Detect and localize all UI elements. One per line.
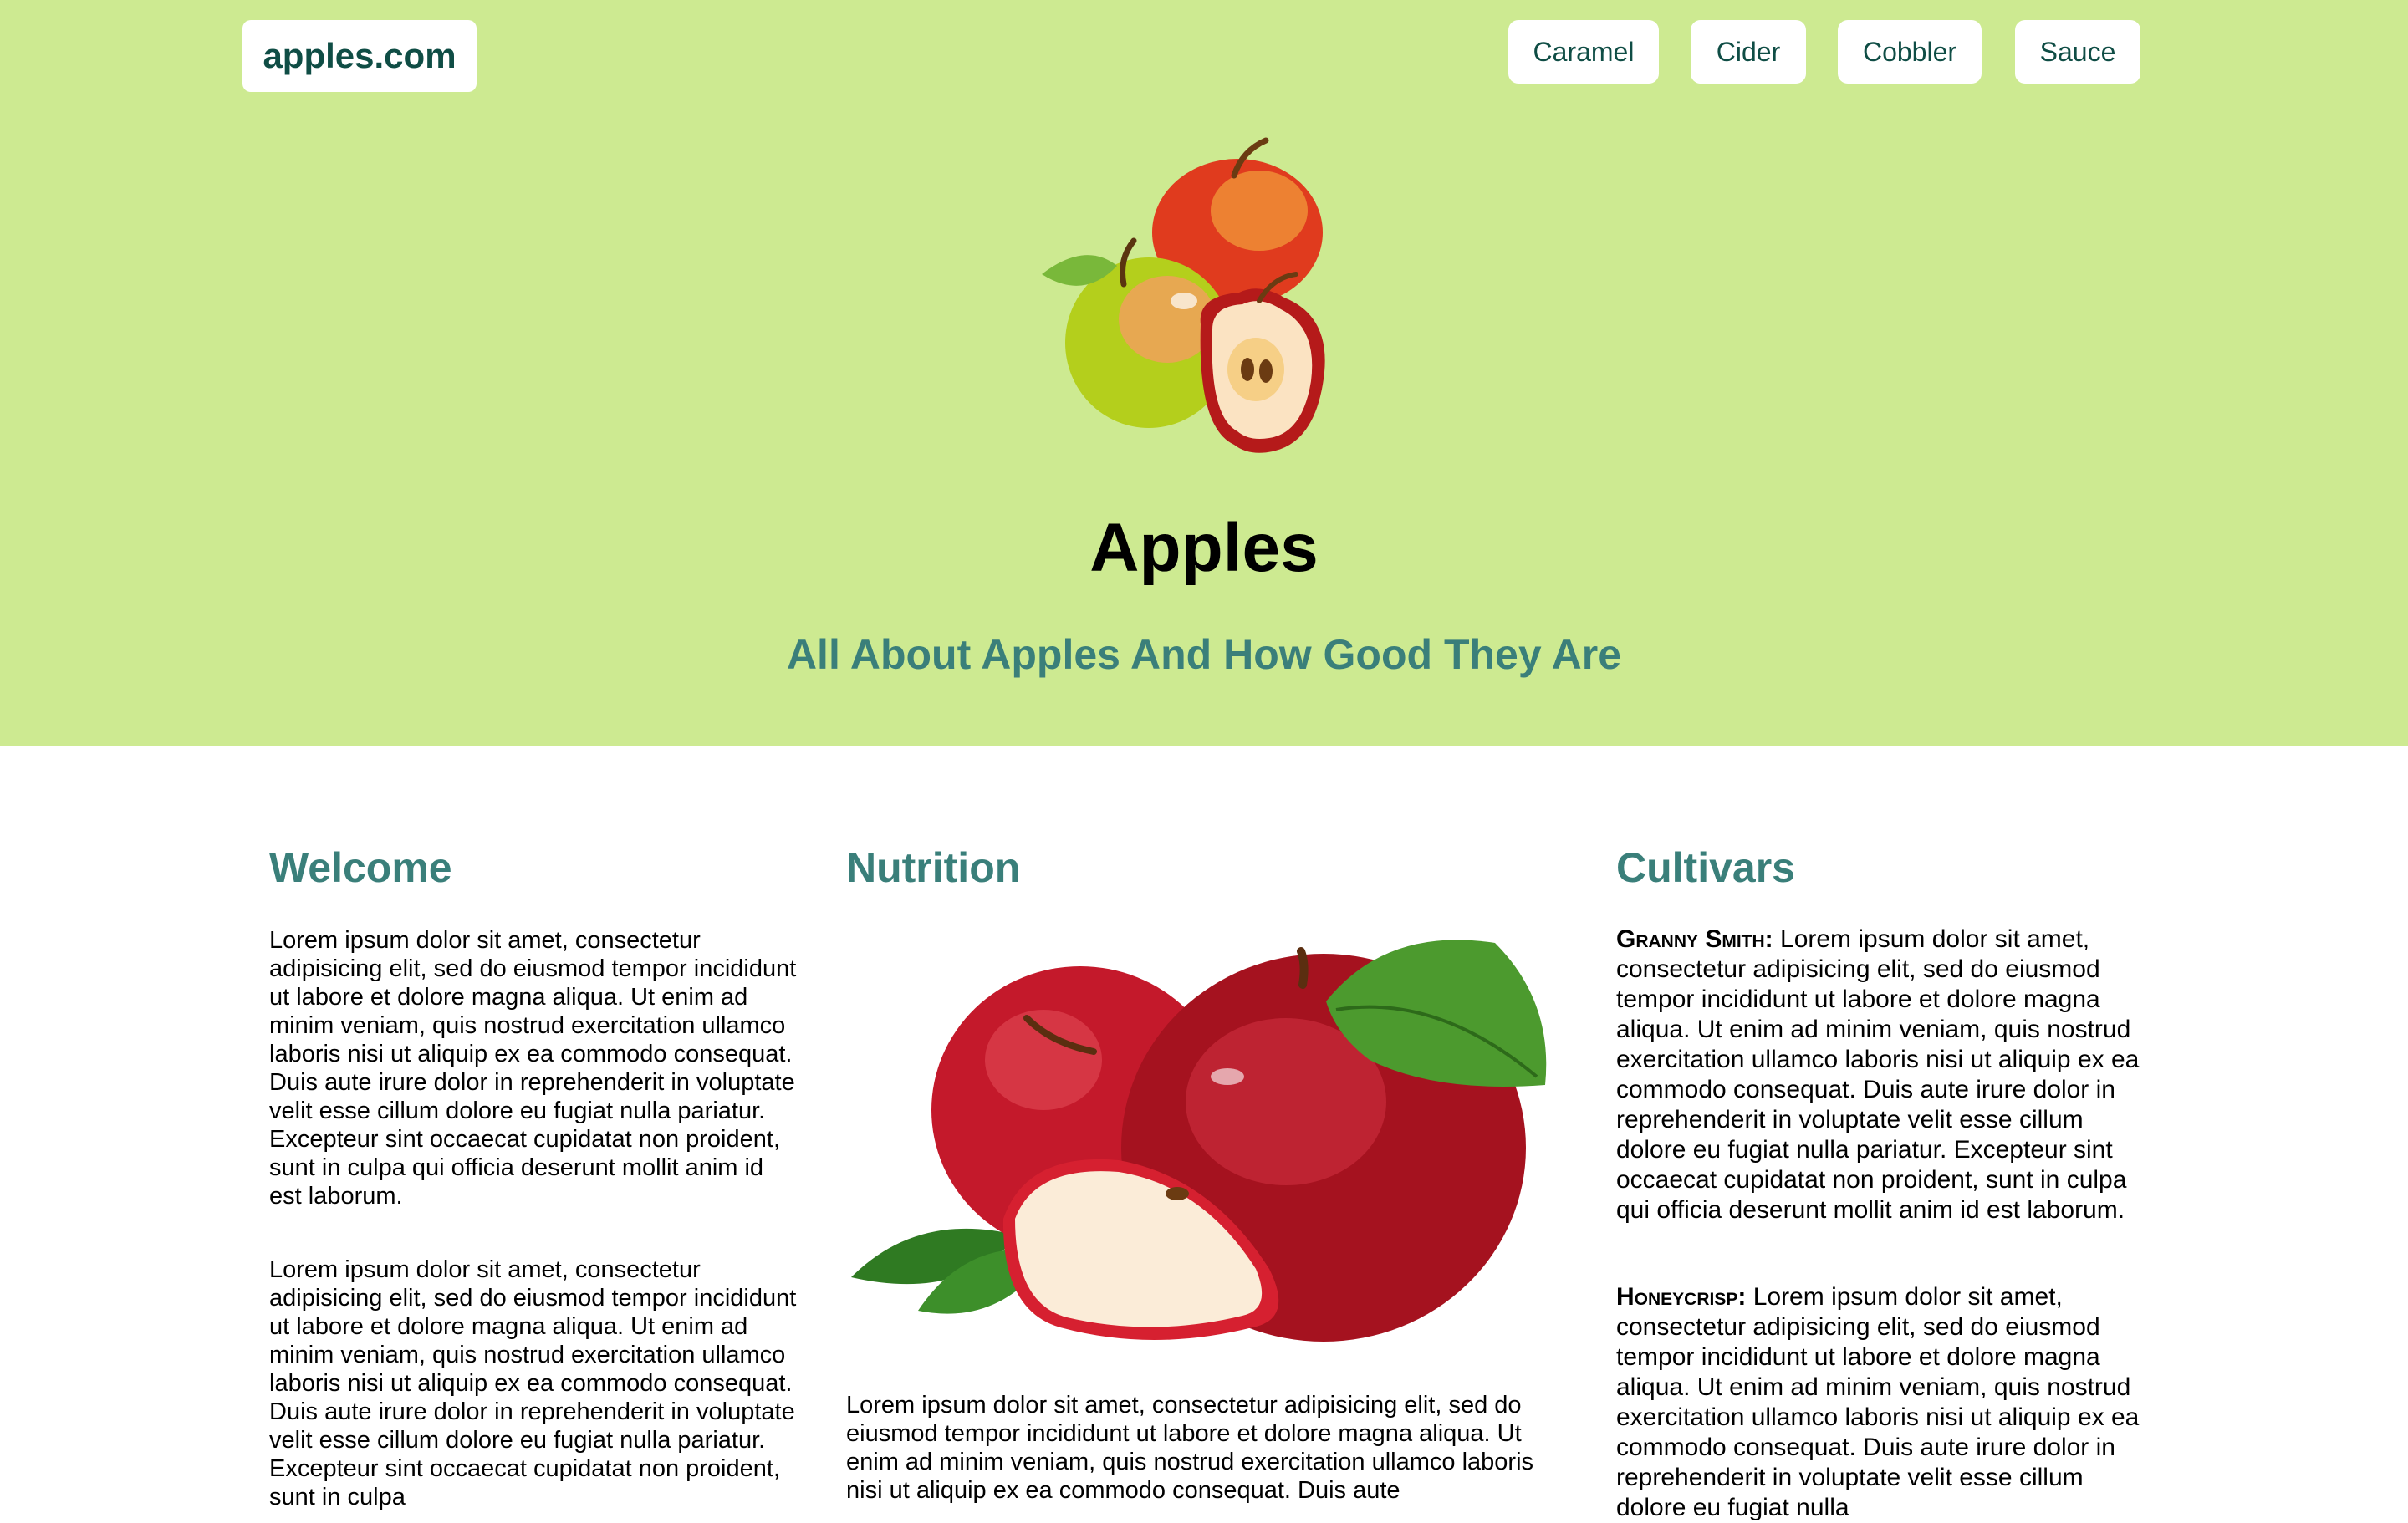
nav-link-cider[interactable]: Cider <box>1691 20 1806 84</box>
nav-link-sauce[interactable]: Sauce <box>2015 20 2140 84</box>
nav-link-cobbler[interactable]: Cobbler <box>1838 20 1982 84</box>
welcome-paragraph-2: Lorem ipsum dolor sit amet, consectetur … <box>269 1256 797 1510</box>
cultivar-name-honeycrisp: Honeycrisp: <box>1616 1283 1747 1311</box>
nutrition-heading: Nutrition <box>846 844 1021 891</box>
welcome-heading: Welcome <box>269 844 452 891</box>
apple-illustration <box>1042 137 1325 453</box>
site-logo-link[interactable]: apples.com <box>242 20 477 92</box>
nutrition-paragraph: Lorem ipsum dolor sit amet, consectetur … <box>846 1392 1534 1504</box>
apples-photo <box>851 940 1547 1342</box>
hero-banner: apples.com Caramel Cider Cobbler Sauce A… <box>0 0 2408 746</box>
cultivar-text-honeycrisp: Lorem ipsum dolor sit amet, consectetur … <box>1616 1283 2140 1521</box>
cultivars-heading: Cultivars <box>1616 844 1795 891</box>
cultivar-honeycrisp: Honeycrisp: Lorem ipsum dolor sit amet, … <box>1616 1282 2151 1523</box>
page-subtitle: All About Apples And How Good They Are <box>786 631 1622 678</box>
cultivar-text-granny-smith: Lorem ipsum dolor sit amet, consectetur … <box>1616 925 2140 1224</box>
page-title: Apples <box>1089 510 1319 586</box>
cultivar-name-granny-smith: Granny Smith: <box>1616 925 1773 953</box>
cultivar-granny-smith: Granny Smith: Lorem ipsum dolor sit amet… <box>1616 924 2151 1225</box>
welcome-paragraph-1: Lorem ipsum dolor sit amet, consectetur … <box>269 927 797 1210</box>
nav-link-caramel[interactable]: Caramel <box>1508 20 1659 84</box>
